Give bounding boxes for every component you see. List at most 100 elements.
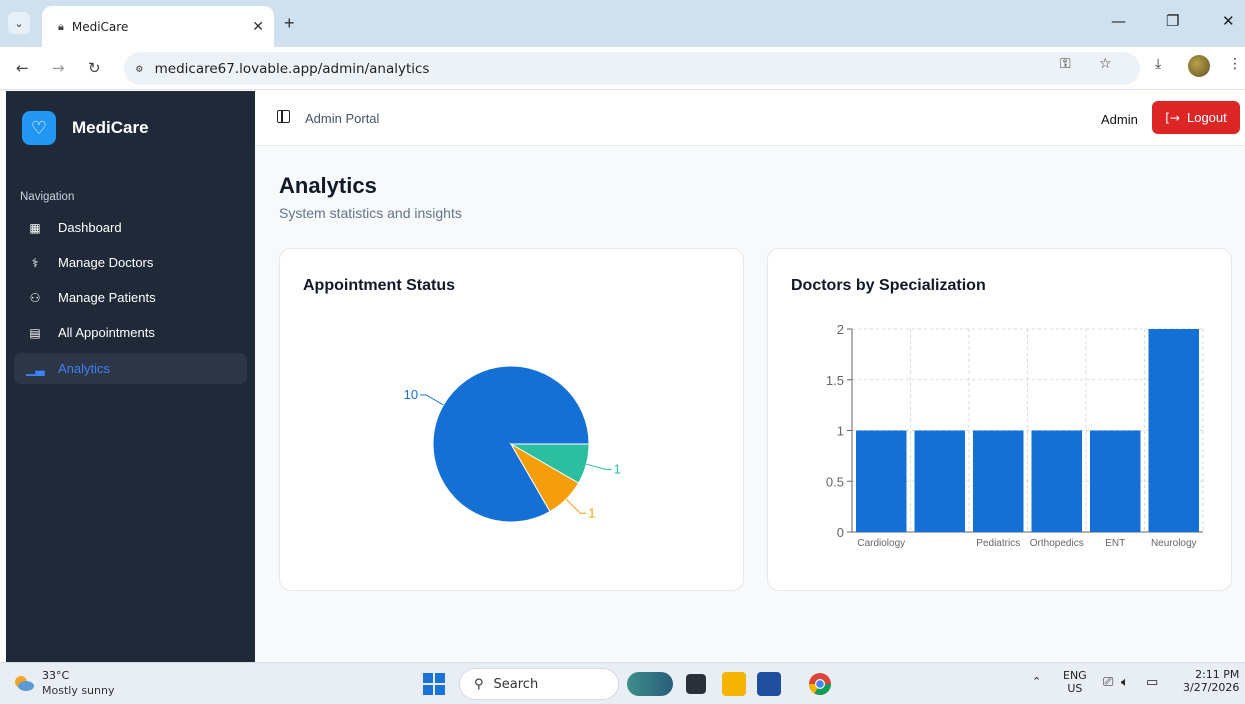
browser-tab-bar: ⌄ 🔒︎ MediCare ✕ + — ❐ ✕ <box>0 0 1245 47</box>
bar[interactable] <box>856 430 907 533</box>
sidebar-item-label: Manage Doctors <box>58 255 154 270</box>
url-field[interactable]: ⚙ medicare67.lovable.app/admin/analytics <box>124 52 1140 85</box>
task-view-icon[interactable] <box>686 674 706 694</box>
x-tick-label: ENT <box>1105 538 1125 549</box>
sidebar-item-manage-doctors[interactable]: ⚕ Manage Doctors <box>14 247 247 278</box>
sidebar-item-manage-patients[interactable]: ⚇ Manage Patients <box>14 282 247 313</box>
clock-time: 2:11 PM <box>1195 668 1240 681</box>
back-icon[interactable]: ← <box>16 59 29 77</box>
chrome-icon[interactable] <box>808 672 832 696</box>
logout-button[interactable]: [→ Logout <box>1152 101 1240 134</box>
clock[interactable]: 2:11 PM 3/27/2026 <box>1183 668 1239 694</box>
new-tab-button[interactable]: + <box>284 13 295 34</box>
sidebar-item-label: Analytics <box>58 361 111 376</box>
minimize-icon[interactable]: — <box>1111 12 1126 30</box>
top-bar: Admin Portal Admin [→ Logout <box>255 91 1245 146</box>
pie-label-line <box>420 394 444 406</box>
search-label: Search <box>493 676 539 692</box>
pie-chart: 10 1 1 <box>404 365 621 523</box>
bar[interactable] <box>1148 329 1200 532</box>
sidebar-item-all-appointments[interactable]: ▤ All Appointments <box>14 317 247 348</box>
y-tick-label: 1 <box>837 424 844 439</box>
forward-icon[interactable]: → <box>52 59 65 77</box>
language-indicator[interactable]: ENG US <box>1063 669 1087 695</box>
windows-start-icon[interactable] <box>423 673 445 695</box>
pie-label-line <box>565 498 587 514</box>
lock-icon: 🔒︎ <box>58 19 64 33</box>
x-tick-label: Orthopedics <box>1030 538 1084 549</box>
sidebar-item-label: Manage Patients <box>58 290 156 305</box>
taskbar-search[interactable]: ⚲ Search <box>459 668 619 700</box>
file-explorer-icon[interactable] <box>722 672 746 696</box>
sidebar-item-label: Dashboard <box>58 220 122 235</box>
search-icon: ⚲ <box>474 676 484 692</box>
clipboard-icon: ▤ <box>29 325 41 340</box>
download-icon[interactable]: ⤓ <box>1155 56 1161 72</box>
clock-date: 3/27/2026 <box>1183 681 1240 694</box>
weather-temperature: 33°C <box>42 669 70 682</box>
y-tick-label: 1.5 <box>826 373 844 388</box>
tab-search-button[interactable]: ⌄ <box>8 12 30 34</box>
network-icon[interactable]: ⎚ <box>1103 675 1113 690</box>
lang-bottom: US <box>1067 682 1083 695</box>
nav-section-label: Navigation <box>20 191 75 203</box>
password-key-icon[interactable]: ⚿ <box>1060 56 1071 72</box>
tray-expand-icon[interactable]: ⌃ <box>1032 675 1041 688</box>
x-tick-label: Cardiology <box>857 538 905 549</box>
profile-avatar[interactable] <box>1188 55 1210 77</box>
taskbar: 33°C Mostly sunny ⚲ Search ⌃ ENG US ⎚ 🔈︎… <box>0 662 1245 704</box>
appointment-status-card: Appointment Status 10 1 1 <box>279 248 744 591</box>
address-bar: ← → ↻ ⚙ medicare67.lovable.app/admin/ana… <box>0 47 1245 90</box>
doctors-by-specialization-card: Doctors by Specialization 0 0.5 1 1.5 2 Cardi… <box>767 248 1232 591</box>
bar[interactable] <box>973 430 1024 533</box>
page-title: Analytics <box>279 173 377 198</box>
bookmark-star-icon[interactable]: ☆ <box>1099 56 1112 72</box>
user-name: Admin <box>1101 112 1138 127</box>
page-subtitle: System statistics and insights <box>279 205 462 221</box>
reload-icon[interactable]: ↻ <box>88 59 101 77</box>
logout-label: Logout <box>1186 110 1227 125</box>
bar[interactable] <box>1031 430 1083 533</box>
sidebar: ♡ MediCare Navigation ▦ Dashboard ⚕ Mana… <box>6 91 255 662</box>
battery-icon[interactable]: ▭ <box>1146 675 1158 690</box>
browser-tab[interactable]: 🔒︎ MediCare ✕ <box>42 6 274 47</box>
sidebar-item-label: All Appointments <box>58 325 155 340</box>
x-tick-label: Pediatrics <box>976 538 1020 549</box>
bar-chart-icon: ▁▃ <box>26 361 45 376</box>
y-tick-label: 2 <box>837 322 844 337</box>
pie-data-label: 1 <box>588 505 595 520</box>
grid-icon: ▦ <box>29 220 41 235</box>
weather-condition: Mostly sunny <box>42 684 115 697</box>
y-tick-label: 0.5 <box>826 474 844 489</box>
brand[interactable]: ♡ MediCare <box>22 111 149 145</box>
pie-data-label: 1 <box>614 461 621 476</box>
pie-label-line <box>586 463 612 470</box>
store-icon[interactable] <box>757 672 781 696</box>
weather-icon[interactable] <box>13 674 35 692</box>
sidebar-item-dashboard[interactable]: ▦ Dashboard <box>14 212 247 243</box>
bar-chart: 0 0.5 1 1.5 2 Cardiology Pediatrics Orthopedics… <box>826 322 1204 549</box>
lang-top: ENG <box>1063 669 1087 682</box>
pie-data-label: 10 <box>404 387 418 402</box>
y-tick-label: 0 <box>837 525 844 540</box>
site-info-icon[interactable]: ⚙ <box>136 62 143 75</box>
logout-icon: [→ <box>1165 110 1180 125</box>
sidebar-toggle-icon[interactable] <box>277 110 290 123</box>
main-content: Admin Portal Admin [→ Logout Analytics S… <box>255 91 1245 662</box>
heart-icon: ♡ <box>22 111 56 145</box>
close-window-icon[interactable]: ✕ <box>1222 12 1235 30</box>
restore-icon[interactable]: ❐ <box>1166 12 1179 30</box>
tab-title: MediCare <box>71 19 129 34</box>
bar[interactable] <box>1090 430 1141 533</box>
sidebar-item-analytics[interactable]: ▁▃ Analytics <box>14 353 247 384</box>
users-icon: ⚇ <box>29 290 41 305</box>
widgets-icon[interactable] <box>627 672 673 696</box>
url-text: medicare67.lovable.app/admin/analytics <box>154 60 430 77</box>
menu-dots-icon[interactable]: ⋮ <box>1228 56 1242 72</box>
x-tick-label: Neurology <box>1151 538 1197 549</box>
close-tab-icon[interactable]: ✕ <box>252 19 264 35</box>
stethoscope-icon: ⚕ <box>31 255 39 270</box>
bar[interactable] <box>914 430 966 533</box>
volume-icon[interactable]: 🔈︎ <box>1121 675 1129 690</box>
brand-name: MediCare <box>72 118 149 137</box>
